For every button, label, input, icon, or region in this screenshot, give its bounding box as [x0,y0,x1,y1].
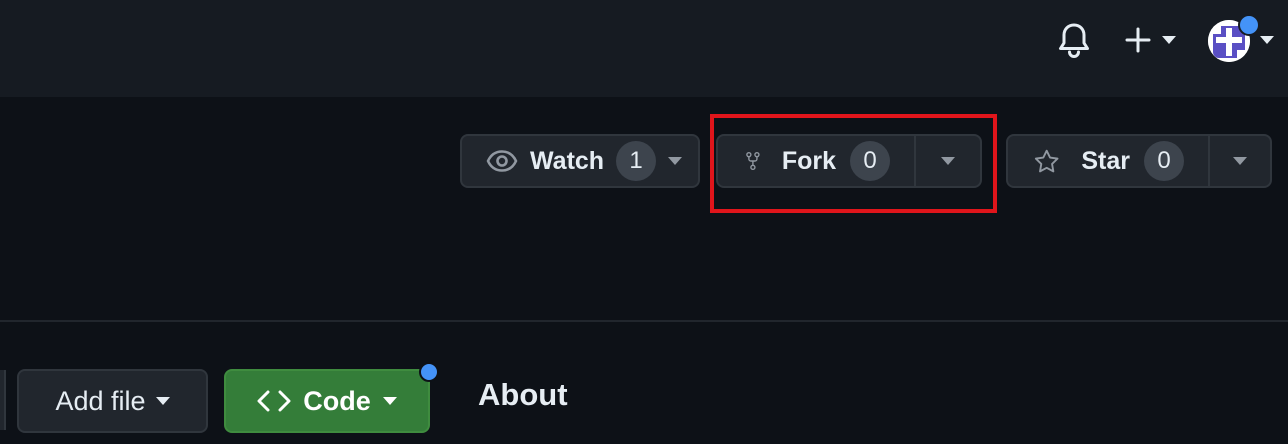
chevron-down-icon [1260,36,1274,44]
add-file-label: Add file [55,385,146,416]
star-button[interactable]: Star 0 [1008,136,1208,186]
chevron-down-icon [668,157,683,165]
fork-button[interactable]: Fork 0 [718,136,914,186]
watch-dropdown[interactable] [668,136,706,186]
create-new-button[interactable] [1120,20,1180,60]
chevron-down-icon [382,397,397,405]
chevron-down-icon [155,397,170,405]
add-file-button[interactable]: Add file [17,369,208,433]
chevron-down-icon [941,157,955,165]
chevron-down-icon [1162,36,1176,44]
notifications-button[interactable] [1052,18,1096,62]
code-label: Code [303,385,371,416]
about-heading: About [478,377,568,412]
notification-indicator [419,362,439,382]
bell-icon [1059,23,1089,58]
fork-dropdown[interactable] [914,136,980,186]
fork-count: 0 [850,141,890,181]
plus-icon [1125,27,1151,53]
star-button-group: Star 0 [1006,134,1272,188]
branch-selector-edge[interactable] [0,370,6,430]
watch-count: 1 [616,141,657,181]
code-button[interactable]: Code [224,369,430,433]
star-label: Star [1081,146,1130,175]
notification-indicator [1238,14,1260,36]
chevron-down-icon [1233,157,1247,165]
watch-main[interactable]: Watch 1 [462,136,668,186]
repo-forked-icon [746,151,760,171]
repository-header [0,97,1288,322]
fork-label: Fork [781,146,836,175]
user-menu-button[interactable] [1204,14,1284,66]
star-count: 0 [1144,141,1184,181]
watch-label: Watch [530,146,605,175]
star-dropdown[interactable] [1208,136,1270,186]
fork-button-group: Fork 0 [716,134,982,188]
watch-button[interactable]: Watch 1 [460,134,700,188]
code-icon [257,390,291,412]
star-icon [1034,149,1059,173]
eye-icon [486,150,518,172]
